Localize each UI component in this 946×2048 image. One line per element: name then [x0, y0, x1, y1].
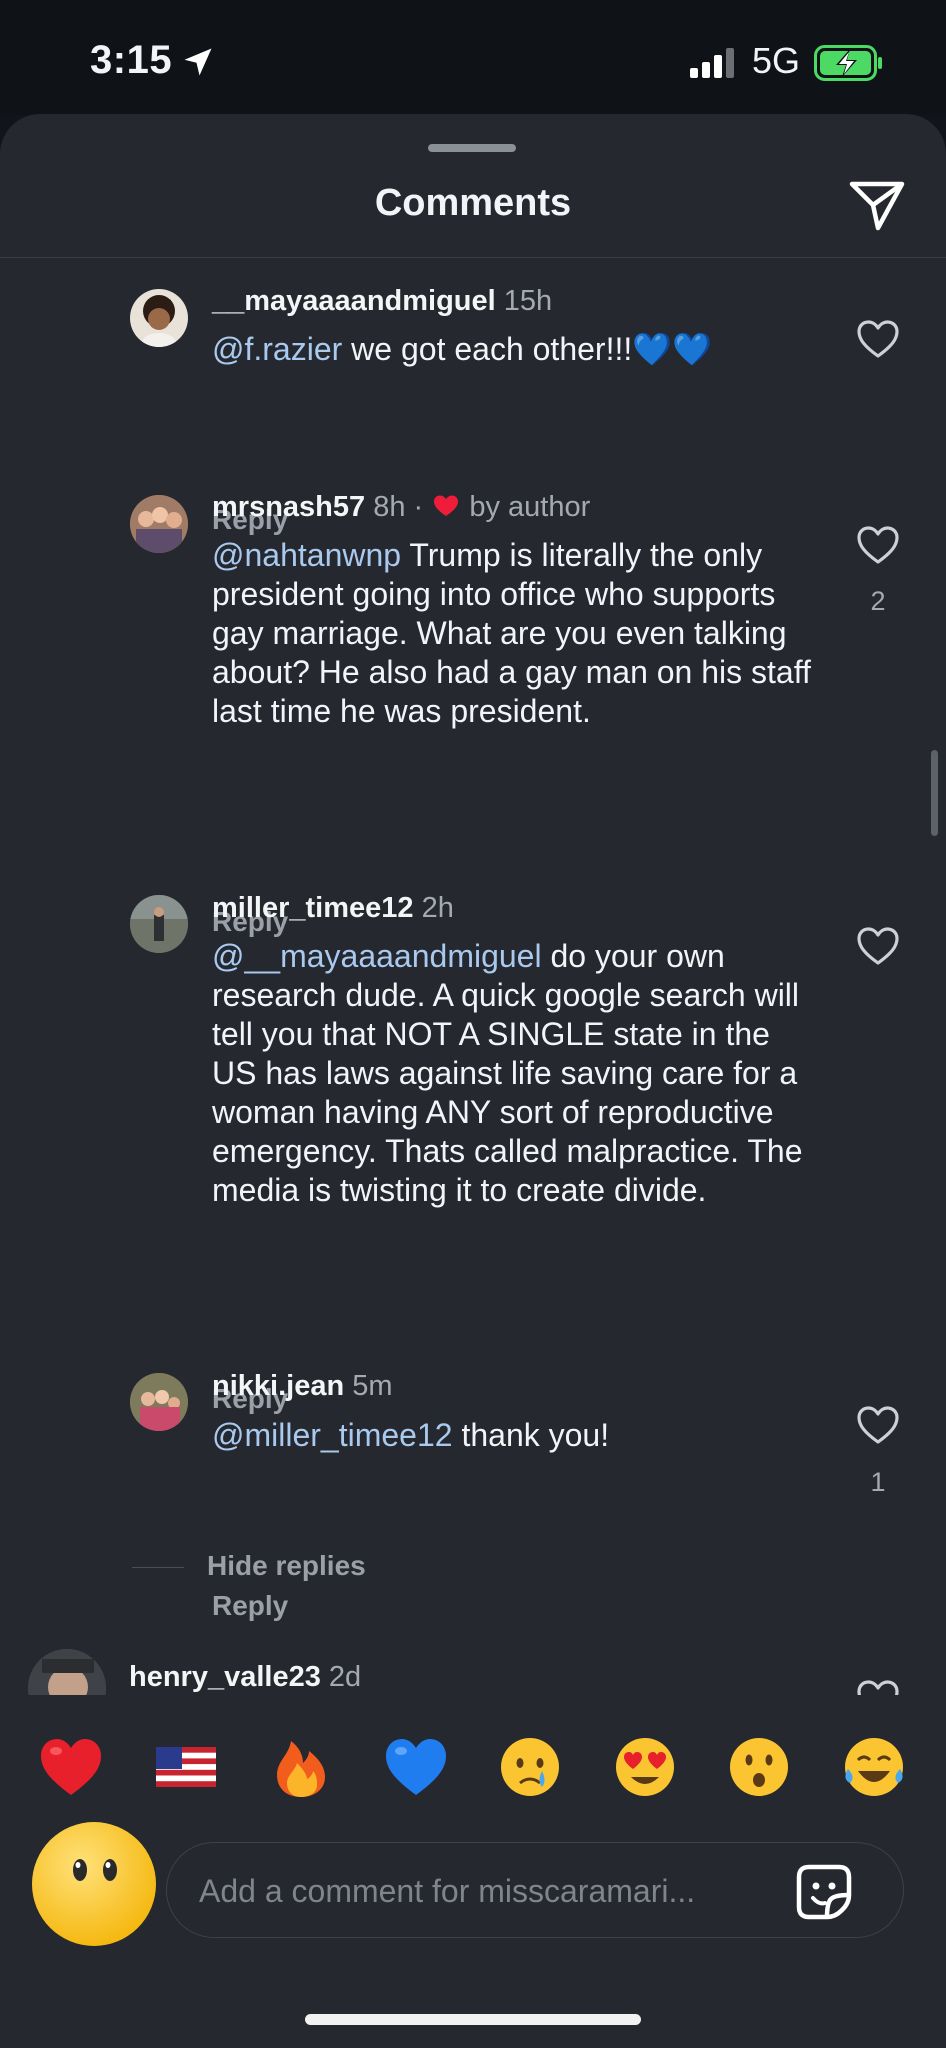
fire-emoji[interactable]	[267, 1733, 335, 1801]
location-arrow-icon	[184, 48, 212, 76]
header-divider	[0, 257, 946, 258]
comment-text: @miller_timee12 thank you!	[212, 1416, 812, 1455]
replies-divider-line	[132, 1567, 184, 1568]
us-flag-emoji[interactable]	[152, 1733, 220, 1801]
like-heart-icon[interactable]	[856, 525, 900, 565]
cellular-signal-icon	[690, 48, 734, 78]
heart-eyes-emoji[interactable]	[611, 1733, 679, 1801]
comment-username[interactable]: henry_valle23	[129, 1661, 321, 1693]
comment-mention[interactable]: @miller_timee12	[212, 1417, 453, 1453]
comment-time: 2d	[328, 1661, 362, 1693]
comment-body: we got each other!!!💙💙	[342, 331, 712, 367]
tears-of-joy-emoji[interactable]	[840, 1733, 908, 1801]
comment-input-placeholder: Add a comment for misscaramari...	[199, 1873, 696, 1909]
comment-meta: mrsnash57 8h · by author	[212, 491, 590, 524]
battery-charging-icon	[814, 45, 882, 81]
like-count: 1	[870, 1467, 886, 1497]
comment-mention[interactable]: @f.razier	[212, 331, 342, 367]
comment-mention[interactable]: @__mayaaaandmiguel	[212, 938, 542, 974]
surprised-face-emoji[interactable]	[725, 1733, 793, 1801]
comment-time: 8h	[373, 491, 406, 523]
avatar[interactable]	[130, 495, 188, 553]
network-type: 5G	[752, 40, 801, 81]
comment-meta: henry_valle23 2d	[129, 1661, 361, 1694]
avatar[interactable]	[130, 289, 188, 347]
avatar[interactable]	[130, 1373, 188, 1431]
meta-separator: ·	[413, 491, 424, 523]
sticker-icon[interactable]	[795, 1863, 853, 1921]
avatar[interactable]	[130, 895, 188, 953]
comment-text: @nahtanwnp Trump is literally the only p…	[212, 536, 812, 731]
status-bar: 3:15 5G	[0, 0, 946, 115]
author-liked-heart-icon	[434, 495, 459, 516]
comment-text: @__mayaaaandmiguel do your own research …	[212, 937, 812, 1210]
comment-time: 2h	[421, 892, 454, 924]
comment-body: thank you!	[452, 1417, 610, 1453]
home-indicator[interactable]	[305, 2014, 641, 2025]
like-count: 2	[870, 586, 886, 616]
comment-meta: miller_timee12 2h	[212, 892, 454, 925]
comments-list[interactable]: __mayaaaandmiguel 15h @f.razier we got e…	[0, 259, 946, 1695]
comment-time: 5m	[352, 1370, 393, 1402]
status-time: 3:15	[90, 38, 173, 82]
comment-username[interactable]: nikki.jean	[212, 1370, 344, 1402]
comment-meta: __mayaaaandmiguel 15h	[212, 285, 552, 318]
comment-username[interactable]: mrsnash57	[212, 491, 365, 523]
like-heart-icon[interactable]	[856, 319, 900, 359]
blue-heart-emoji[interactable]	[382, 1733, 450, 1801]
my-avatar[interactable]	[30, 1820, 158, 1948]
share-icon[interactable]	[848, 178, 906, 232]
sheet-title: Comments	[374, 182, 572, 224]
like-heart-icon[interactable]	[856, 1679, 900, 1695]
comment-body: do your own research dude. A quick googl…	[212, 938, 803, 1208]
comment-composer: Add a comment for misscaramari...	[0, 1818, 946, 1948]
liked-by-author-label: by author	[469, 491, 591, 523]
comment-username[interactable]: miller_timee12	[212, 892, 414, 924]
like-heart-icon[interactable]	[856, 926, 900, 966]
scrollbar[interactable]	[931, 750, 938, 836]
like-heart-icon[interactable]	[856, 1405, 900, 1445]
comment-meta: nikki.jean 5m	[212, 1370, 393, 1403]
hide-replies-button[interactable]: Hide replies	[207, 1550, 366, 1582]
quick-reactions-bar	[0, 1733, 946, 1803]
comment-time: 15h	[503, 285, 553, 317]
comment-text: @f.razier we got each other!!!💙💙	[212, 330, 812, 369]
comment-mention[interactable]: @nahtanwnp	[212, 537, 401, 573]
reply-button[interactable]: Reply	[212, 1590, 288, 1622]
crying-face-emoji[interactable]	[496, 1733, 564, 1801]
sheet-grabber[interactable]	[428, 144, 516, 152]
comment-username[interactable]: __mayaaaandmiguel	[212, 285, 496, 317]
comment-input[interactable]: Add a comment for misscaramari...	[166, 1842, 904, 1938]
avatar[interactable]	[28, 1649, 106, 1695]
red-heart-emoji[interactable]	[37, 1733, 105, 1801]
